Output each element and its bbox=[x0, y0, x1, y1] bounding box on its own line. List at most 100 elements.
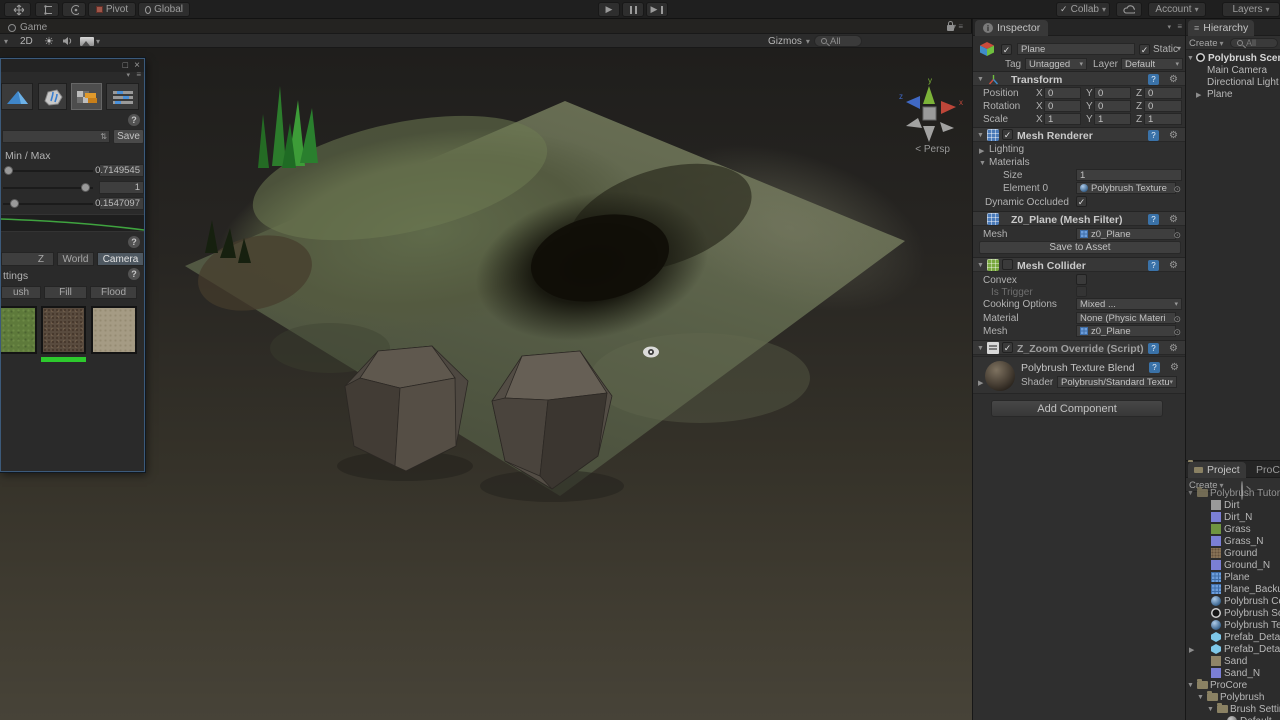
gear-icon[interactable]: ⚙ bbox=[1169, 260, 1178, 271]
project-item[interactable]: Default bbox=[1186, 715, 1280, 720]
texture-paint-mode-button[interactable] bbox=[71, 83, 102, 110]
tab-second[interactable]: ProC bbox=[1256, 464, 1280, 476]
audio-toggle[interactable] bbox=[62, 35, 74, 47]
foldout-icon[interactable]: ▼ bbox=[977, 132, 984, 139]
material-foldout[interactable]: ▶ bbox=[978, 379, 983, 387]
size-field[interactable]: 1 bbox=[1076, 169, 1182, 181]
project-item[interactable]: Plane bbox=[1186, 571, 1280, 583]
project-item[interactable]: Dirt_N bbox=[1186, 511, 1280, 523]
direction-camera-button[interactable]: Camera bbox=[97, 252, 144, 266]
dirt-texture-thumbnail[interactable] bbox=[41, 306, 86, 354]
step-button[interactable]: ▶ bbox=[646, 2, 668, 17]
shading-dropdown[interactable]: ▾ bbox=[4, 35, 8, 47]
mesh-field[interactable]: z0_Plane bbox=[1076, 228, 1176, 240]
project-item[interactable]: ▼ Polybrush bbox=[1186, 691, 1280, 703]
project-item[interactable]: Ground_N bbox=[1186, 559, 1280, 571]
hierarchy-item-camera[interactable]: Main Camera bbox=[1186, 64, 1280, 76]
pause-button[interactable] bbox=[622, 2, 644, 17]
collab-button[interactable]: ✓ Collab ▾ bbox=[1056, 2, 1110, 17]
script-checkbox[interactable]: ✓ bbox=[1002, 342, 1013, 353]
project-item[interactable]: Polybrush Col bbox=[1186, 595, 1280, 607]
gizmos-dropdown[interactable]: Gizmos ▾ bbox=[768, 35, 810, 47]
help-book-icon[interactable]: ? bbox=[1148, 260, 1159, 271]
window-dropdown-icon[interactable]: ▾ bbox=[126, 71, 130, 79]
lighting-foldout[interactable]: ▶ bbox=[979, 147, 984, 155]
static-dropdown-icon[interactable]: ▾ bbox=[1177, 44, 1181, 53]
convex-checkbox[interactable] bbox=[1076, 274, 1087, 285]
help-book-icon[interactable]: ? bbox=[1148, 214, 1159, 225]
rotation-y-field[interactable]: 0 bbox=[1094, 100, 1131, 112]
falloff-curve[interactable] bbox=[1, 214, 144, 232]
object-picker-icon[interactable]: ⊙ bbox=[1173, 230, 1181, 241]
scale-z-field[interactable]: 1 bbox=[1144, 113, 1182, 125]
help-book-icon[interactable]: ? bbox=[1148, 130, 1159, 141]
play-button[interactable]: ▶ bbox=[598, 2, 620, 17]
persp-label[interactable]: < Persp bbox=[915, 144, 950, 155]
mesh-renderer-header[interactable]: ▼ ✓ Mesh Renderer ? ⚙ bbox=[973, 127, 1185, 142]
rotate-tool-button[interactable] bbox=[62, 2, 86, 17]
position-y-field[interactable]: 0 bbox=[1094, 87, 1131, 99]
tab-project[interactable]: Project bbox=[1188, 462, 1246, 478]
active-checkbox[interactable]: ✓ bbox=[1001, 44, 1012, 55]
window-menu-icon[interactable]: ≡ bbox=[136, 70, 141, 79]
tab-hierarchy[interactable]: ≡ Hierarchy bbox=[1188, 20, 1254, 36]
global-button[interactable]: Global bbox=[138, 2, 190, 17]
foldout-icon[interactable]: ▼ bbox=[1207, 706, 1214, 713]
project-item[interactable]: Grass_N bbox=[1186, 535, 1280, 547]
sand-texture-thumbnail[interactable] bbox=[91, 306, 137, 354]
project-item[interactable]: ▼ ProCore bbox=[1186, 679, 1280, 691]
inspector-menu-icon[interactable]: ≡ bbox=[1177, 22, 1182, 31]
gear-icon[interactable]: ⚙ bbox=[1169, 214, 1178, 225]
rotation-x-field[interactable]: 0 bbox=[1044, 100, 1081, 112]
cooking-options-dropdown[interactable]: Mixed ... ▾ bbox=[1076, 298, 1182, 310]
foldout-icon[interactable]: ▼ bbox=[1187, 55, 1194, 62]
window-minimize-button[interactable]: □ bbox=[123, 60, 128, 71]
tab-brush[interactable]: ush bbox=[1, 286, 41, 299]
hierarchy-item-plane[interactable]: ▶ Plane bbox=[1186, 88, 1280, 100]
hierarchy-search[interactable]: All bbox=[1230, 38, 1278, 48]
element0-field[interactable]: Polybrush Texture bbox=[1076, 182, 1176, 194]
help-book-icon[interactable]: ? bbox=[1149, 362, 1160, 373]
lighting-label[interactable]: Lighting bbox=[989, 144, 1024, 155]
collider-mesh-field[interactable]: z0_Plane bbox=[1076, 325, 1176, 337]
lighting-toggle[interactable]: ☀ bbox=[44, 35, 54, 47]
dynamic-occluded-checkbox[interactable]: ✓ bbox=[1076, 196, 1087, 207]
help-book-icon[interactable]: ? bbox=[1148, 74, 1159, 85]
rect-tool-button[interactable] bbox=[35, 2, 59, 17]
settings-mode-button[interactable] bbox=[106, 83, 139, 110]
materials-label[interactable]: Materials bbox=[989, 157, 1030, 168]
layer-dropdown[interactable]: Default ▾ bbox=[1121, 58, 1183, 70]
save-to-asset-button[interactable]: Save to Asset bbox=[979, 241, 1181, 254]
scene-viewport[interactable]: y z x < Persp bbox=[0, 48, 972, 720]
brush-preset-dropdown[interactable]: ⇅ bbox=[2, 130, 110, 143]
project-item[interactable]: Sand_N bbox=[1186, 667, 1280, 679]
grass-texture-thumbnail[interactable] bbox=[1, 306, 37, 354]
tab-flood[interactable]: Flood bbox=[90, 286, 137, 299]
add-component-button[interactable]: Add Component bbox=[991, 400, 1163, 417]
object-name-field[interactable]: Plane bbox=[1017, 43, 1135, 55]
help-book-icon[interactable]: ? bbox=[1148, 343, 1159, 354]
script-header[interactable]: ▼ ✓ Z_Zoom Override (Script) ? ⚙ bbox=[973, 340, 1185, 355]
mesh-collider-header[interactable]: ▼ Mesh Collider ? ⚙ bbox=[973, 257, 1185, 272]
object-picker-icon[interactable]: ⊙ bbox=[1173, 327, 1181, 338]
gear-icon[interactable]: ⚙ bbox=[1169, 74, 1178, 85]
mesh-renderer-checkbox[interactable]: ✓ bbox=[1002, 129, 1013, 140]
slider-handle[interactable] bbox=[81, 183, 90, 192]
static-checkbox[interactable]: ✓ bbox=[1139, 44, 1150, 55]
mesh-filter-header[interactable]: Z0_Plane (Mesh Filter) ? ⚙ bbox=[973, 211, 1185, 226]
physic-material-field[interactable]: None (Physic Materi bbox=[1076, 312, 1176, 324]
pivot-button[interactable]: Pivot bbox=[88, 2, 136, 17]
cloud-button[interactable] bbox=[1116, 2, 1142, 17]
slider-handle[interactable] bbox=[4, 166, 13, 175]
project-item[interactable]: ▼ Brush Settin bbox=[1186, 703, 1280, 715]
materials-foldout[interactable]: ▼ bbox=[979, 160, 986, 167]
rotation-z-field[interactable]: 0 bbox=[1144, 100, 1182, 112]
slider-handle[interactable] bbox=[10, 199, 19, 208]
slider-value[interactable]: 1 bbox=[99, 181, 144, 194]
scale-y-field[interactable]: 1 bbox=[1094, 113, 1131, 125]
project-item[interactable]: Prefab_DetailM bbox=[1186, 631, 1280, 643]
project-item[interactable]: Polybrush Sce bbox=[1186, 607, 1280, 619]
help-badge[interactable]: ? bbox=[128, 114, 140, 126]
account-button[interactable]: Account ▾ bbox=[1148, 2, 1206, 17]
move-tool-button[interactable] bbox=[4, 2, 31, 17]
